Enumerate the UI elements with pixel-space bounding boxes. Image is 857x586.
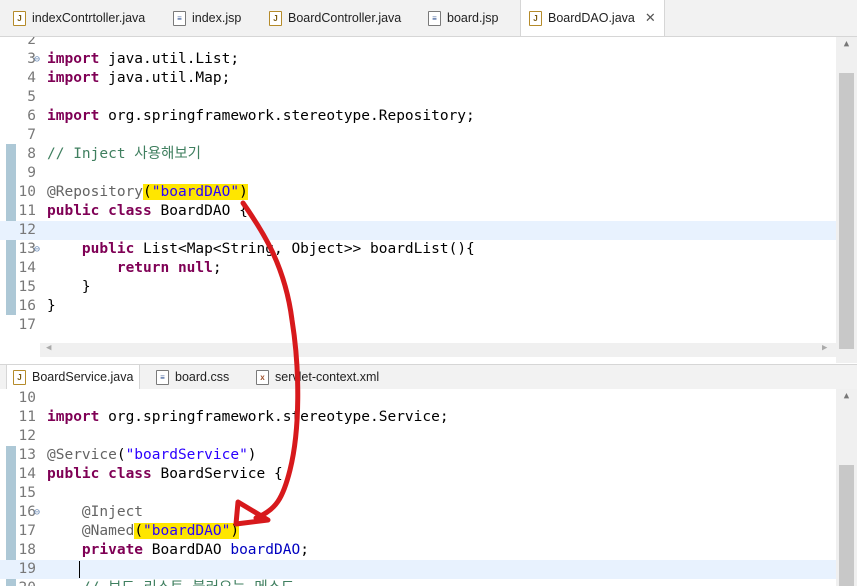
code-line: 13 @Service("boardService") bbox=[18, 447, 257, 463]
code-line: 15 } bbox=[18, 279, 91, 295]
tab-label: servlet-context.xml bbox=[275, 370, 380, 384]
scroll-thumb[interactable] bbox=[839, 465, 854, 586]
code-line: 6 import org.springframework.stereotype.R… bbox=[27, 108, 475, 124]
code-line: 12 bbox=[18, 428, 36, 444]
tab-boardcontroller[interactable]: J BoardController.java bbox=[269, 0, 401, 36]
tab-label: BoardDAO.java bbox=[548, 11, 635, 25]
code-line: 3 ⊖ import java.util.List; bbox=[27, 51, 240, 67]
code-line: 13 ⊖ public List<Map<String, Object>> boa… bbox=[18, 241, 475, 257]
tab-indexcontroller[interactable]: J indexContrtoller.java bbox=[13, 0, 145, 36]
scroll-thumb[interactable] bbox=[839, 73, 854, 349]
tab-index-jsp[interactable]: ≡ index.jsp bbox=[173, 0, 241, 36]
tab-boardservice[interactable]: J BoardService.java bbox=[6, 365, 141, 389]
code-line: 17 @Named("boardDAO") bbox=[18, 523, 240, 539]
scroll-up-icon[interactable]: ▲ bbox=[836, 39, 857, 49]
tab-label: BoardController.java bbox=[288, 11, 402, 25]
vertical-scrollbar[interactable]: ▲ bbox=[836, 389, 857, 586]
tab-board-jsp[interactable]: ≡ board.jsp bbox=[428, 0, 498, 36]
code-line: 17 bbox=[18, 317, 36, 333]
scroll-left-icon: ◀ bbox=[46, 343, 52, 353]
close-icon[interactable]: ✕ bbox=[645, 10, 656, 26]
code-line: 8// Inject 사용해보기 bbox=[27, 146, 201, 162]
fold-icon: ⊖ bbox=[34, 244, 41, 255]
java-file-icon: J bbox=[13, 10, 26, 26]
tab-servlet-context[interactable]: x servlet-context.xml bbox=[256, 365, 379, 389]
code-line: 15 bbox=[18, 485, 36, 501]
xml-file-icon: x bbox=[256, 369, 269, 385]
java-file-icon: J bbox=[529, 10, 542, 26]
java-file-icon: J bbox=[13, 369, 26, 385]
text-cursor bbox=[79, 561, 80, 578]
jsp-file-icon: ≡ bbox=[428, 10, 441, 26]
tab-label: board.css bbox=[175, 370, 230, 384]
code-line: 4 import java.util.Map; bbox=[27, 70, 231, 86]
code-line: 10 bbox=[18, 390, 36, 406]
fold-icon: ⊖ bbox=[34, 507, 41, 518]
fold-icon: ⊖ bbox=[34, 54, 41, 65]
tab-label: BoardService.java bbox=[32, 370, 134, 384]
code-line: 9 bbox=[27, 165, 36, 181]
tab-boarddao[interactable]: J BoardDAO.java ✕ bbox=[520, 0, 665, 36]
scroll-right-icon: ▶ bbox=[822, 343, 828, 353]
bottom-editor-tabbar: J BoardService.java ≡ board.css x servle… bbox=[0, 364, 857, 390]
code-line: 2 bbox=[27, 37, 36, 48]
bottom-code-editor[interactable]: 10 11 import org.springframework.stereoty… bbox=[0, 389, 857, 586]
code-line: 11 import org.springframework.stereotype.… bbox=[18, 409, 449, 425]
scroll-up-icon[interactable]: ▲ bbox=[836, 391, 857, 401]
vertical-scrollbar[interactable]: ▲ bbox=[836, 37, 857, 363]
jsp-file-icon: ≡ bbox=[173, 10, 186, 26]
code-line: 14 public class BoardService { bbox=[18, 466, 283, 482]
code-line: 18 private BoardDAO boardDAO; bbox=[18, 542, 309, 558]
top-editor-tabbar: J indexContrtoller.java ≡ index.jsp J Bo… bbox=[0, 0, 857, 37]
horizontal-scrollbar[interactable]: ◀ ▶ bbox=[40, 343, 836, 357]
current-line: 12 bbox=[0, 221, 836, 240]
java-file-icon: J bbox=[269, 10, 282, 26]
tab-label: board.jsp bbox=[447, 11, 499, 25]
current-line: 19 bbox=[0, 560, 836, 579]
code-line: 10 @Repository("boardDAO") bbox=[18, 184, 248, 200]
tab-label: indexContrtoller.java bbox=[32, 11, 146, 25]
top-code-editor[interactable]: 2 3 ⊖ import java.util.List; 4 import java.… bbox=[0, 37, 857, 363]
code-line: 11 public class BoardDAO { bbox=[18, 203, 248, 219]
code-line: 16} bbox=[18, 298, 56, 314]
code-line: 16 ⊖ @Inject bbox=[18, 504, 144, 520]
css-file-icon: ≡ bbox=[156, 369, 169, 385]
code-line: 20 // 보드 리스트 불러오는 메소드 bbox=[0, 579, 836, 586]
code-line: 14 return null; bbox=[18, 260, 222, 276]
code-line: 7 bbox=[27, 127, 36, 143]
code-line: 5 bbox=[27, 89, 36, 105]
tab-board-css[interactable]: ≡ board.css bbox=[156, 365, 229, 389]
tab-label: index.jsp bbox=[192, 11, 242, 25]
